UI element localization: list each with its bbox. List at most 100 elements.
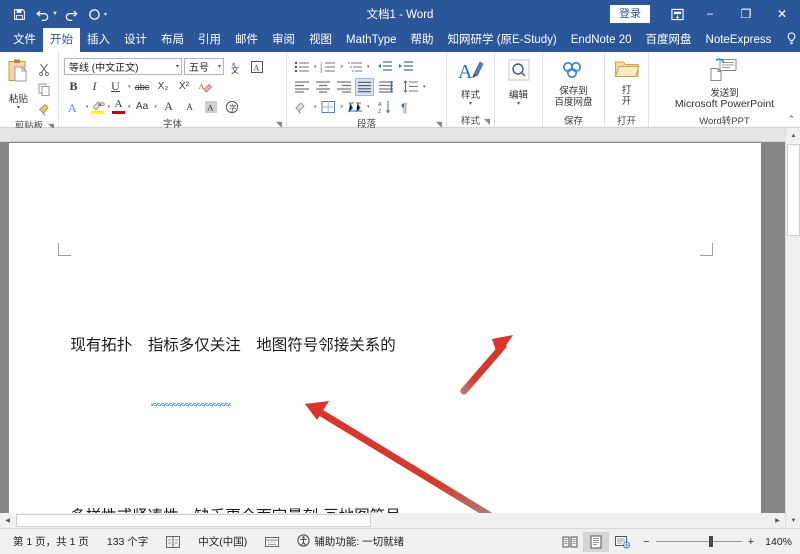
multilevel-list-icon[interactable] <box>345 58 364 76</box>
decrease-indent-icon[interactable] <box>376 58 395 76</box>
font-name-dropdown-icon[interactable]: ▾ <box>176 63 179 70</box>
save-icon[interactable] <box>8 3 30 25</box>
tab-view[interactable]: 视图 <box>302 28 339 52</box>
align-center-icon[interactable] <box>313 78 332 96</box>
collapse-ribbon-icon[interactable]: ⌃ <box>787 114 795 125</box>
editing-button[interactable]: 编辑 ▾ <box>499 57 539 107</box>
increase-indent-icon[interactable] <box>397 58 416 76</box>
sort-icon[interactable]: AZ <box>376 98 395 116</box>
change-case-button[interactable]: Aa <box>133 98 152 116</box>
styles-button[interactable]: A 样式 ▾ <box>451 57 491 107</box>
signin-button[interactable]: 登录 <box>610 5 650 23</box>
bullets-icon[interactable] <box>292 58 311 76</box>
horizontal-scrollbar[interactable]: ◀ ▶ <box>0 513 785 528</box>
page-indicator[interactable]: 第 1 页，共 1 页 <box>4 534 98 549</box>
maximize-button[interactable]: ❐ <box>728 0 764 28</box>
character-shading-icon[interactable]: A <box>201 98 220 116</box>
scroll-down-icon[interactable]: ▼ <box>786 513 800 528</box>
zoom-track[interactable] <box>656 541 742 542</box>
tab-mailings[interactable]: 邮件 <box>228 28 265 52</box>
web-layout-button[interactable] <box>609 532 635 552</box>
tab-home[interactable]: 开始 <box>43 28 80 52</box>
tab-mathtype[interactable]: MathType <box>339 28 404 52</box>
font-name-combo[interactable]: 等线 (中文正文) ▾ <box>64 58 182 75</box>
borders-icon[interactable] <box>319 98 338 116</box>
styles-dialog-launcher-icon[interactable]: ◥ <box>484 117 490 126</box>
accessibility-status[interactable]: 辅助功能: 一切就绪 <box>288 534 413 550</box>
zoom-level[interactable]: 140% <box>762 536 796 548</box>
highlight-color-button[interactable]: ab <box>91 100 105 114</box>
ribbon-display-options-icon[interactable] <box>662 0 692 28</box>
zoom-slider[interactable]: − + <box>635 536 762 548</box>
tab-review[interactable]: 审阅 <box>265 28 302 52</box>
tab-layout[interactable]: 布局 <box>154 28 191 52</box>
copy-icon[interactable] <box>34 80 53 98</box>
highlight-dropdown-icon[interactable]: ▾ <box>108 104 111 110</box>
format-painter-icon[interactable] <box>34 100 53 118</box>
document-text[interactable]: 现有拓扑 指标多仅关注 地图符号邻接关系的 多样性或紧凑性，缺乏更全面定量刻 画… <box>21 259 721 528</box>
customize-qat-icon[interactable]: ▾ <box>104 11 107 18</box>
numbering-icon[interactable]: 123 <box>319 58 338 76</box>
clear-formatting-icon[interactable]: A <box>196 78 215 96</box>
zoom-out-button[interactable]: − <box>643 536 649 548</box>
font-size-combo[interactable]: 五号 ▾ <box>184 58 224 75</box>
minimize-button[interactable]: − <box>692 0 728 28</box>
vertical-scroll-thumb[interactable] <box>787 144 800 236</box>
numbering-dropdown-icon[interactable]: ▾ <box>341 64 344 70</box>
scroll-right-icon[interactable]: ▶ <box>770 513 785 528</box>
horizontal-scroll-thumb[interactable] <box>16 514 371 527</box>
open-button[interactable]: 打 开 <box>607 57 647 107</box>
undo-dropdown-icon[interactable]: ▼ <box>52 11 58 17</box>
tab-design[interactable]: 设计 <box>117 28 154 52</box>
redo-icon[interactable] <box>60 3 82 25</box>
tab-baidu-netdisk[interactable]: 百度网盘 <box>639 28 699 52</box>
font-size-dropdown-icon[interactable]: ▾ <box>218 63 221 70</box>
tab-cnki-estudy[interactable]: 知网研学 (原E-Study) <box>441 28 564 52</box>
scroll-up-icon[interactable]: ▲ <box>786 128 800 143</box>
document-page[interactable]: 现有拓扑 指标多仅关注 地图符号邻接关系的 多样性或紧凑性，缺乏更全面定量刻 画… <box>9 143 761 525</box>
text-effects-dropdown-icon[interactable]: ▾ <box>86 104 89 110</box>
align-right-icon[interactable] <box>334 78 353 96</box>
cut-icon[interactable] <box>34 60 53 78</box>
repeat-icon[interactable] <box>84 3 106 25</box>
phonetic-guide-icon[interactable]: ぁ文 <box>226 58 245 76</box>
word-count[interactable]: 133 个字 <box>98 534 157 549</box>
asian-layout-icon[interactable] <box>345 98 364 116</box>
input-mode-icon[interactable] <box>256 535 288 548</box>
borders-dropdown-icon[interactable]: ▾ <box>341 104 344 110</box>
underline-dropdown-icon[interactable]: ▾ <box>128 84 131 90</box>
line-spacing-dropdown-icon[interactable]: ▾ <box>423 84 426 90</box>
tab-insert[interactable]: 插入 <box>80 28 117 52</box>
styles-dropdown-icon[interactable]: ▾ <box>469 101 472 107</box>
undo-icon[interactable] <box>32 3 54 25</box>
align-left-icon[interactable] <box>292 78 311 96</box>
language-indicator[interactable]: 中文(中国) <box>189 534 256 549</box>
tab-references[interactable]: 引用 <box>191 28 228 52</box>
superscript-button[interactable]: X² <box>175 78 194 96</box>
asian-layout-dropdown-icon[interactable]: ▾ <box>367 104 370 110</box>
font-color-button[interactable]: A <box>112 99 125 114</box>
send-to-powerpoint-button[interactable]: 发送到 Microsoft PowerPoint <box>669 57 780 110</box>
read-mode-button[interactable] <box>557 532 583 552</box>
text-effects-icon[interactable]: A <box>64 98 83 116</box>
vertical-scrollbar[interactable]: ▲ ▼ <box>785 128 800 528</box>
proofing-status-icon[interactable] <box>157 536 189 548</box>
zoom-handle[interactable] <box>709 536 713 547</box>
grow-font-button[interactable]: A <box>159 98 178 116</box>
tab-help[interactable]: 帮助 <box>404 28 441 52</box>
print-layout-button[interactable] <box>583 532 609 552</box>
tab-endnote[interactable]: EndNote 20 <box>564 28 639 52</box>
bold-button[interactable]: B <box>64 78 83 96</box>
line-spacing-icon[interactable] <box>401 78 420 96</box>
zoom-in-button[interactable]: + <box>748 536 754 548</box>
shading-dropdown-icon[interactable]: ▾ <box>314 104 317 110</box>
tab-file[interactable]: 文件 <box>6 28 43 52</box>
character-border-icon[interactable]: A <box>247 58 266 76</box>
bullets-dropdown-icon[interactable]: ▾ <box>314 64 317 70</box>
tab-noteexpress[interactable]: NoteExpress <box>699 28 779 52</box>
font-color-dropdown-icon[interactable]: ▾ <box>128 104 131 110</box>
change-case-dropdown-icon[interactable]: ▾ <box>155 104 158 110</box>
save-to-baidu-button[interactable]: 保存到 百度网盘 <box>548 57 598 108</box>
paste-dropdown-icon[interactable]: ▾ <box>17 105 20 111</box>
justify-icon[interactable] <box>355 78 374 96</box>
